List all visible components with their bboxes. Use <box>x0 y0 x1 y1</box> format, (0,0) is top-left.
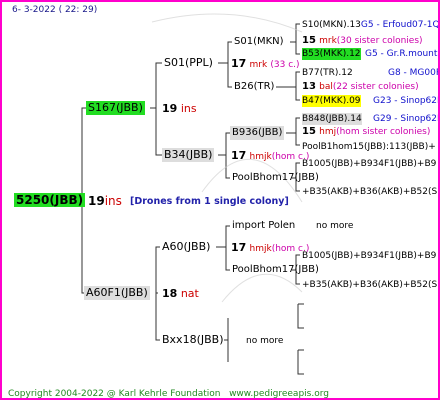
gen4-row-3[interactable]: B77(TR).12 <box>302 67 353 79</box>
gen1-bottom-count: 18 nat <box>162 287 199 300</box>
s01mkn-count: 15 mrk(30 sister colonies) <box>302 35 423 46</box>
bxx18-no-more: no more <box>246 336 284 346</box>
b26-count: 13 bal(22 sister colonies) <box>302 81 419 92</box>
gen1-top-node[interactable]: S167(JBB) <box>86 101 145 115</box>
gen4-row-2[interactable]: B53(MKK).12 <box>302 48 361 60</box>
connector-b26 <box>276 71 300 101</box>
poolbhom-b-node[interactable]: PoolBhom17(JBB) <box>230 263 321 277</box>
gen4-row-5-extra: G29 - Sinop62R <box>373 114 440 124</box>
connector-s01mkn <box>290 23 300 55</box>
gen1-bottom-node[interactable]: A60F1(JBB) <box>84 286 150 300</box>
connector-s167 <box>150 62 162 156</box>
gen4-row-2-extra: G5 - Gr.R.mounta <box>365 49 440 59</box>
a60-count: 17 hmjk(hom c.) <box>231 241 310 255</box>
gen4-row-6[interactable]: PoolB1hom15(JBB):113(JBB)+ <box>302 141 436 153</box>
connector-b936 <box>286 117 300 146</box>
poolbhom-a-node[interactable]: PoolBhom17(JBB) <box>230 171 321 185</box>
s01-count: 17 mrk (33 c.) <box>231 57 300 71</box>
b936-count: 15 hmj(hom sister colonies) <box>302 126 431 137</box>
connector-a60 <box>216 225 230 271</box>
b936-node[interactable]: B936(JBB) <box>230 126 285 140</box>
gen4-row-5[interactable]: B848(JBB).14 <box>302 113 362 125</box>
gen4-row-4[interactable]: B47(MKK).09 <box>302 95 361 107</box>
footer-copyright: Copyright 2004-2022 @ Karl Kehrle Founda… <box>8 389 329 399</box>
s01mkn-node[interactable]: S01(MKN) <box>232 35 286 49</box>
b26-node[interactable]: B26(TR) <box>232 80 276 94</box>
import-no-more: no more <box>316 221 354 231</box>
gen4-row-4-extra: G23 - Sinop62R <box>373 96 440 106</box>
root-count: 19ins <box>88 194 122 208</box>
connector-a60f1 <box>155 246 160 341</box>
gen4-row-1[interactable]: S10(MKN).13G5 - Erfoud07-1Q <box>302 19 438 31</box>
gen4-row-10[interactable]: +B35(AKB)+B36(AKB)+B52(S <box>302 279 437 291</box>
s01-node[interactable]: S01(PPL) <box>162 56 215 70</box>
import-node[interactable]: import Polen <box>230 219 297 233</box>
root-node[interactable]: 5250(JBB) <box>14 193 86 207</box>
gen4-row-3-extra: G8 - MG00R <box>388 68 440 78</box>
connector-s01 <box>218 41 232 88</box>
connector-empty-2 <box>297 349 304 375</box>
b34-node[interactable]: B34(JBB) <box>162 148 215 162</box>
gen4-row-9[interactable]: B1005(JBB)+B934F1(JBB)+B9 <box>302 250 436 262</box>
gen1-top-count: 19 ins <box>162 102 197 115</box>
root-note: [Drones from 1 single colony] <box>130 196 289 207</box>
timestamp: 6- 3-2022 ( 22: 29) <box>12 5 98 15</box>
a60-node[interactable]: A60(JBB) <box>160 240 212 254</box>
connector-empty-1 <box>297 303 304 329</box>
gen4-row-8[interactable]: +B35(AKB)+B36(AKB)+B52(S <box>302 186 437 198</box>
gen4-row-7[interactable]: B1005(JBB)+B934F1(JBB)+B9 <box>302 158 436 170</box>
pedigree-canvas: 6- 3-2022 ( 22: 29) 5250(JBB) 19ins [Dro… <box>0 0 440 400</box>
bxx18-node[interactable]: Bxx18(JBB) <box>160 333 225 347</box>
b34-count: 17 hmjk(hom c.) <box>231 149 310 163</box>
